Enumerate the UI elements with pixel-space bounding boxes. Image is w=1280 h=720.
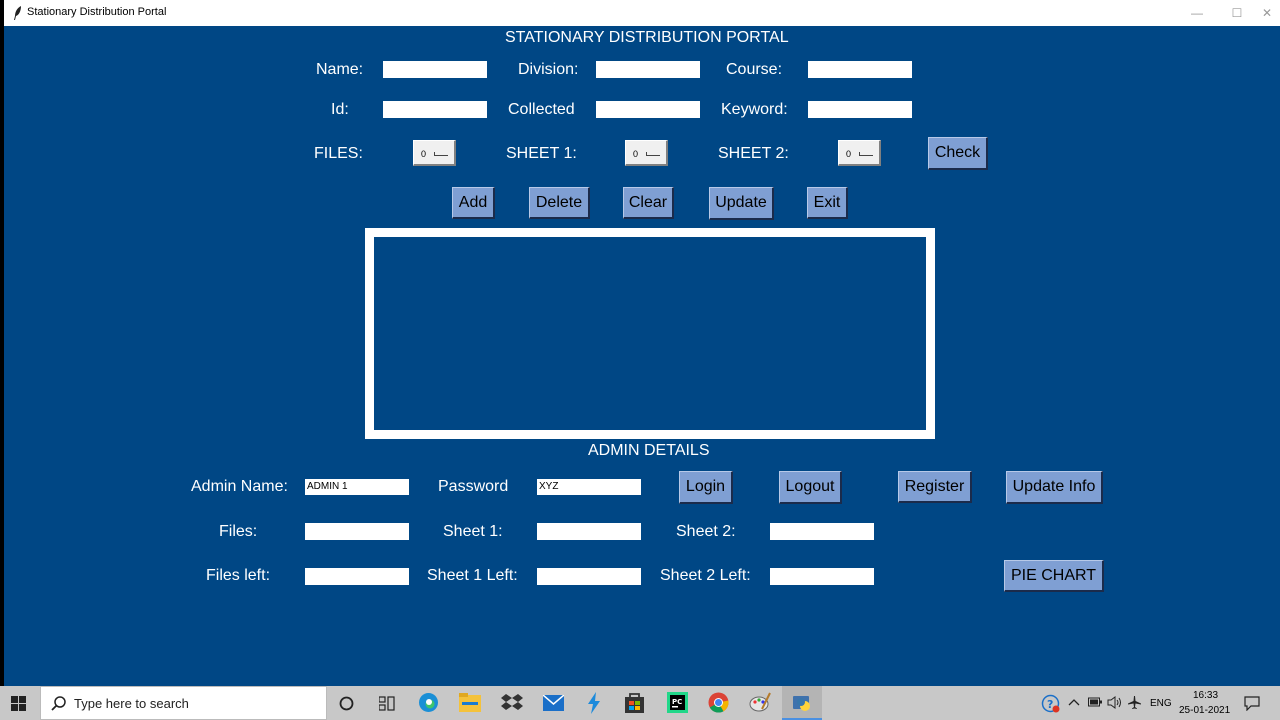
login-button[interactable]: Login bbox=[679, 471, 733, 504]
admin-name-field[interactable]: ADMIN 1 bbox=[305, 479, 409, 495]
minimize-icon: — bbox=[1191, 6, 1203, 20]
dropdown-indicator-icon bbox=[646, 152, 660, 156]
portal-window: STATIONARY DISTRIBUTION PORTAL Name: Div… bbox=[4, 26, 1280, 686]
dropdown-indicator-icon bbox=[434, 152, 448, 156]
sheet2-left-field[interactable] bbox=[770, 568, 874, 585]
sheet2-dropdown[interactable]: 0 bbox=[838, 140, 881, 166]
sheet2-label: SHEET 2: bbox=[718, 145, 789, 162]
maximize-icon: ☐ bbox=[1231, 6, 1243, 20]
keyword-label: Keyword: bbox=[721, 101, 788, 118]
add-button[interactable]: Add bbox=[452, 187, 495, 219]
svg-text:PC: PC bbox=[672, 698, 682, 706]
keyword-field[interactable] bbox=[808, 101, 912, 118]
store-icon[interactable] bbox=[624, 692, 645, 713]
sheet2-left-label: Sheet 2 Left: bbox=[660, 567, 751, 584]
division-field[interactable] bbox=[596, 61, 700, 78]
page-title: STATIONARY DISTRIBUTION PORTAL bbox=[505, 29, 789, 46]
svg-text:?: ? bbox=[1047, 698, 1053, 711]
chevron-up-icon[interactable] bbox=[1068, 698, 1080, 706]
windows-start-icon[interactable] bbox=[11, 696, 26, 711]
name-label: Name: bbox=[316, 61, 364, 78]
logout-button[interactable]: Logout bbox=[779, 471, 842, 504]
volume-icon[interactable] bbox=[1107, 696, 1123, 709]
files-dropdown-value: 0 bbox=[421, 149, 427, 159]
records-listbox[interactable] bbox=[365, 228, 935, 439]
search-icon bbox=[51, 696, 66, 711]
pycharm-icon[interactable]: PC bbox=[667, 692, 688, 713]
sheet2-dropdown-value: 0 bbox=[846, 149, 852, 159]
admin-sheet2-label: Sheet 2: bbox=[676, 523, 736, 540]
search-placeholder: Type here to search bbox=[74, 696, 189, 711]
clock-time[interactable]: 16:33 bbox=[1193, 690, 1218, 701]
window-title: Stationary Distribution Portal bbox=[27, 6, 167, 18]
files-label: FILES: bbox=[314, 145, 363, 162]
admin-sheet2-field[interactable] bbox=[770, 523, 874, 540]
register-button[interactable]: Register bbox=[898, 471, 972, 503]
admin-files-label: Files: bbox=[219, 523, 258, 540]
admin-sheet1-label: Sheet 1: bbox=[443, 523, 503, 540]
notification-icon[interactable] bbox=[1244, 696, 1260, 711]
close-button[interactable]: ✕ bbox=[1244, 0, 1280, 26]
taskbar: Type here to search PC ? ENG 16:33 25-01… bbox=[0, 686, 1280, 720]
help-icon[interactable]: ? bbox=[1041, 694, 1060, 713]
airplane-mode-icon[interactable] bbox=[1127, 695, 1142, 710]
battery-icon[interactable] bbox=[1088, 697, 1102, 707]
language-indicator[interactable]: ENG bbox=[1150, 698, 1172, 709]
password-field[interactable]: XYZ bbox=[537, 479, 641, 495]
clear-button[interactable]: Clear bbox=[623, 187, 674, 219]
admin-sheet1-field[interactable] bbox=[537, 523, 641, 540]
dropbox-icon[interactable] bbox=[501, 693, 523, 713]
exit-button[interactable]: Exit bbox=[807, 187, 848, 219]
collected-field[interactable] bbox=[596, 101, 700, 118]
feather-icon bbox=[14, 6, 21, 20]
visual-studio-icon[interactable] bbox=[586, 692, 602, 714]
clock-date[interactable]: 25-01-2021 bbox=[1179, 705, 1230, 716]
files-left-label: Files left: bbox=[206, 567, 271, 584]
id-field[interactable] bbox=[383, 101, 487, 118]
course-label: Course: bbox=[726, 61, 783, 78]
sheet1-label: SHEET 1: bbox=[506, 145, 577, 162]
sheet1-dropdown[interactable]: 0 bbox=[625, 140, 668, 166]
collected-label: Collected bbox=[508, 101, 575, 118]
division-label: Division: bbox=[518, 61, 579, 78]
edge-icon[interactable] bbox=[418, 692, 439, 713]
window-title-bar: Stationary Distribution Portal — ☐ ✕ bbox=[4, 0, 1280, 26]
task-view-icon[interactable] bbox=[379, 696, 395, 711]
cortana-icon[interactable] bbox=[339, 696, 354, 711]
id-label: Id: bbox=[331, 101, 349, 118]
course-field[interactable] bbox=[808, 61, 912, 78]
taskbar-search-box[interactable]: Type here to search bbox=[40, 686, 327, 720]
sheet1-left-label: Sheet 1 Left: bbox=[427, 567, 518, 584]
name-field[interactable] bbox=[383, 61, 487, 78]
file-explorer-icon[interactable] bbox=[459, 693, 481, 712]
chrome-icon[interactable] bbox=[708, 692, 729, 713]
python-icon bbox=[793, 696, 810, 711]
files-dropdown[interactable]: 0 bbox=[413, 140, 456, 166]
password-label: Password bbox=[438, 478, 509, 495]
dropdown-indicator-icon bbox=[859, 152, 873, 156]
sheet1-dropdown-value: 0 bbox=[633, 149, 639, 159]
paint-icon[interactable] bbox=[749, 692, 771, 713]
delete-button[interactable]: Delete bbox=[529, 187, 590, 219]
admin-files-field[interactable] bbox=[305, 523, 409, 540]
files-left-field[interactable] bbox=[305, 568, 409, 585]
admin-name-label: Admin Name: bbox=[191, 478, 288, 495]
check-button[interactable]: Check bbox=[928, 137, 988, 170]
update-button[interactable]: Update bbox=[709, 187, 774, 220]
close-icon: ✕ bbox=[1261, 6, 1273, 20]
pie-chart-button[interactable]: PIE CHART bbox=[1004, 560, 1104, 592]
mail-icon[interactable] bbox=[543, 695, 564, 711]
admin-details-title: ADMIN DETAILS bbox=[588, 442, 710, 459]
update-info-button[interactable]: Update Info bbox=[1006, 471, 1103, 504]
python-taskbar-button[interactable] bbox=[782, 686, 822, 720]
sheet1-left-field[interactable] bbox=[537, 568, 641, 585]
